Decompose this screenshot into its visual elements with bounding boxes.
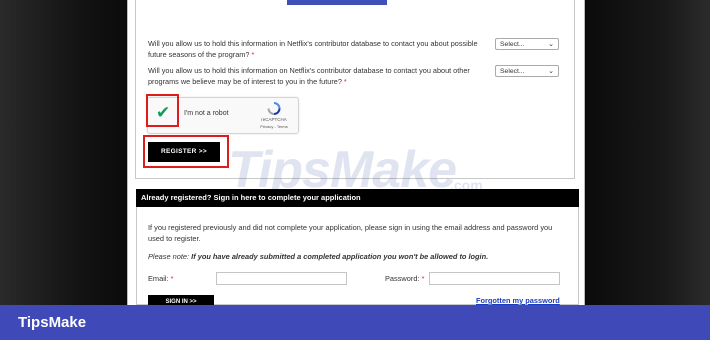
footer-brand: TipsMake	[18, 314, 87, 331]
background-right	[585, 0, 710, 340]
note-label: Please note:	[148, 252, 190, 261]
register-button[interactable]: REGISTER >>	[148, 142, 220, 162]
recaptcha-links: Privacy - Terms	[260, 124, 288, 129]
password-label-text: Password:	[385, 274, 420, 283]
footer-bar: TipsMake	[0, 305, 710, 340]
email-field[interactable]	[216, 272, 347, 285]
recaptcha-brand: reCAPTCHA	[261, 117, 287, 122]
email-label-text: Email:	[148, 274, 169, 283]
captcha-highlight	[146, 94, 179, 127]
note-text: If you have already submitted a complete…	[191, 252, 489, 261]
password-field[interactable]	[429, 272, 560, 285]
select-2-value: Select...	[500, 68, 525, 75]
recaptcha-logo-icon	[267, 102, 281, 115]
recaptcha-label: I'm not a robot	[184, 110, 229, 117]
background-left	[0, 0, 125, 340]
required-marker: *	[251, 50, 255, 59]
consent-question-2: Will you allow us to hold this informati…	[148, 65, 493, 87]
consent-question-1: Will you allow us to hold this informati…	[148, 38, 493, 60]
password-label: Password: *	[385, 274, 424, 283]
forgot-password-link[interactable]: Forgotten my password	[476, 296, 560, 305]
question-2-text: Will you allow us to hold this informati…	[148, 66, 470, 86]
consent-select-2[interactable]: Select... ⌄	[495, 65, 559, 77]
select-1-value: Select...	[500, 41, 525, 48]
login-note: Please note: If you have already submitt…	[148, 252, 568, 261]
chevron-down-icon: ⌄	[548, 41, 554, 48]
email-label: Email: *	[148, 274, 174, 283]
required-marker: *	[421, 274, 425, 283]
login-intro: If you registered previously and did not…	[148, 223, 553, 243]
required-marker: *	[343, 77, 347, 86]
chevron-down-icon: ⌄	[548, 68, 554, 75]
required-marker: *	[170, 274, 174, 283]
consent-select-1[interactable]: Select... ⌄	[495, 38, 559, 50]
login-section-header: Already registered? Sign in here to comp…	[136, 189, 579, 207]
question-1-text: Will you allow us to hold this informati…	[148, 39, 478, 59]
